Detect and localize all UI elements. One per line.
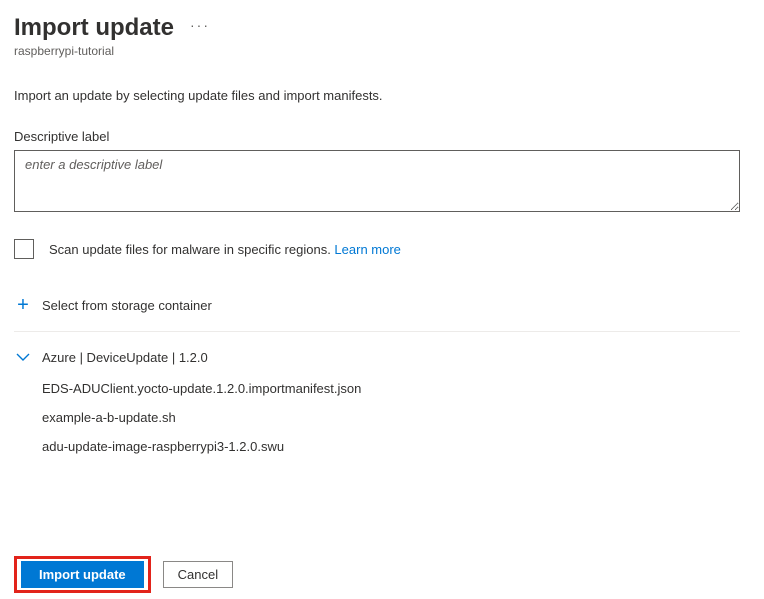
list-item: adu-update-image-raspberrypi3-1.2.0.swu	[42, 439, 750, 454]
more-icon[interactable]: ···	[190, 17, 210, 39]
page-title: Import update	[14, 14, 174, 42]
malware-scan-label: Scan update files for malware in specifi…	[49, 242, 401, 257]
import-button-highlight: Import update	[14, 556, 151, 593]
malware-scan-checkbox[interactable]	[14, 239, 34, 259]
file-list: EDS-ADUClient.yocto-update.1.2.0.importm…	[42, 381, 750, 454]
page-subtitle: raspberrypi-tutorial	[14, 44, 750, 58]
plus-icon: +	[14, 295, 32, 315]
cancel-button[interactable]: Cancel	[163, 561, 233, 588]
select-storage-label: Select from storage container	[42, 298, 212, 313]
list-item: example-a-b-update.sh	[42, 410, 750, 425]
learn-more-link[interactable]: Learn more	[334, 242, 400, 257]
descriptive-label-caption: Descriptive label	[14, 129, 750, 144]
descriptive-label-input[interactable]	[14, 150, 740, 212]
import-update-button[interactable]: Import update	[21, 561, 144, 588]
chevron-down-icon	[14, 353, 32, 363]
expand-label: Azure | DeviceUpdate | 1.2.0	[42, 350, 208, 365]
malware-scan-text: Scan update files for malware in specifi…	[49, 242, 334, 257]
list-item: EDS-ADUClient.yocto-update.1.2.0.importm…	[42, 381, 750, 396]
expand-azure-section[interactable]: Azure | DeviceUpdate | 1.2.0	[14, 350, 750, 365]
select-storage-container[interactable]: + Select from storage container	[14, 293, 750, 317]
description-text: Import an update by selecting update fil…	[14, 88, 750, 103]
divider	[14, 331, 740, 332]
